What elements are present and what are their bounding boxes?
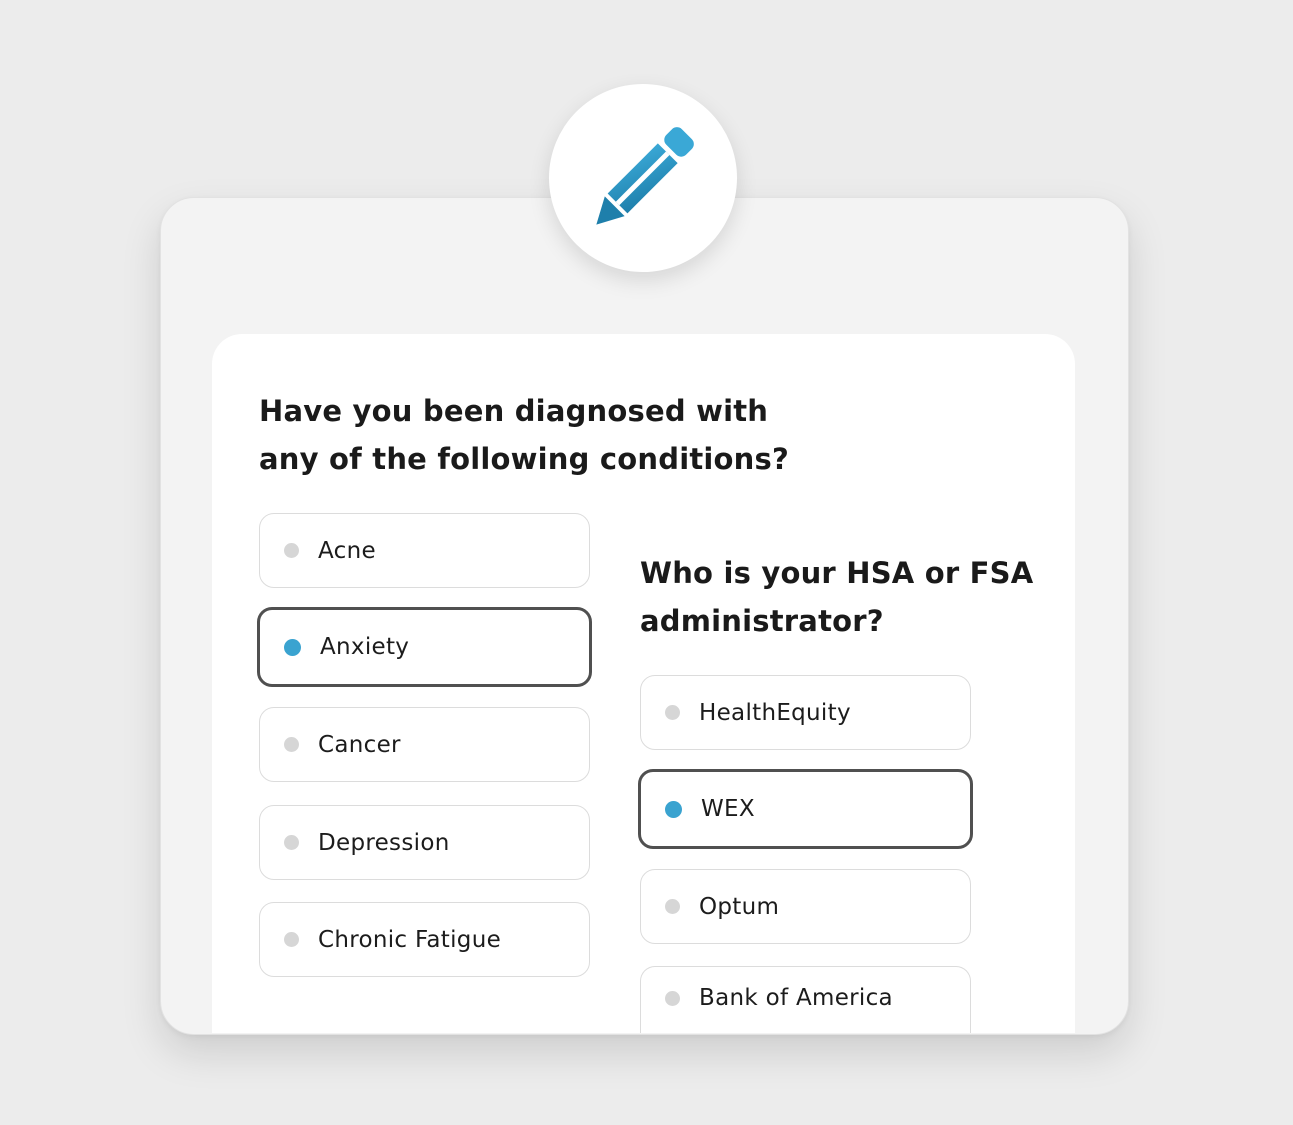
conditions-question-line2: any of the following conditions? [259, 442, 790, 476]
radio-dot-selected [665, 800, 682, 818]
radio-dot [665, 991, 680, 1006]
radio-dot [665, 899, 680, 914]
option-label: HealthEquity [699, 699, 851, 726]
option-label: Depression [318, 829, 450, 856]
option-label: Bank of America [699, 985, 893, 1011]
pencil-badge [549, 84, 737, 272]
option-optum[interactable]: Optum [640, 869, 971, 944]
option-label: Chronic Fatigue [318, 926, 502, 953]
option-label: Cancer [318, 731, 401, 758]
radio-dot [284, 543, 299, 558]
option-cancer[interactable]: Cancer [259, 707, 590, 782]
option-acne[interactable]: Acne [259, 513, 590, 588]
radio-dot [284, 835, 299, 850]
conditions-question-line1: Have you been diagnosed with [259, 394, 769, 428]
conditions-question: Have you been diagnosed with any of the … [259, 387, 790, 483]
option-label: Anxiety [320, 634, 410, 660]
administrator-question-line2: administrator? [640, 604, 884, 638]
administrator-question: Who is your HSA or FSA administrator? [640, 549, 1060, 645]
option-label: Acne [318, 537, 376, 564]
option-label: WEX [701, 796, 755, 822]
option-chronic-fatigue[interactable]: Chronic Fatigue [259, 902, 590, 977]
pencil-icon [596, 127, 694, 225]
radio-dot [284, 932, 299, 947]
option-depression[interactable]: Depression [259, 805, 590, 880]
option-wex[interactable]: WEX [638, 769, 973, 849]
option-label: Optum [699, 893, 780, 920]
option-healthequity[interactable]: HealthEquity [640, 675, 971, 750]
radio-dot [665, 705, 680, 720]
radio-dot-selected [284, 638, 301, 656]
administrator-question-line1: Who is your HSA or FSA [640, 556, 1034, 590]
option-bank-of-america[interactable]: Bank of America [640, 966, 971, 1033]
radio-dot [284, 737, 299, 752]
option-anxiety[interactable]: Anxiety [257, 607, 592, 687]
